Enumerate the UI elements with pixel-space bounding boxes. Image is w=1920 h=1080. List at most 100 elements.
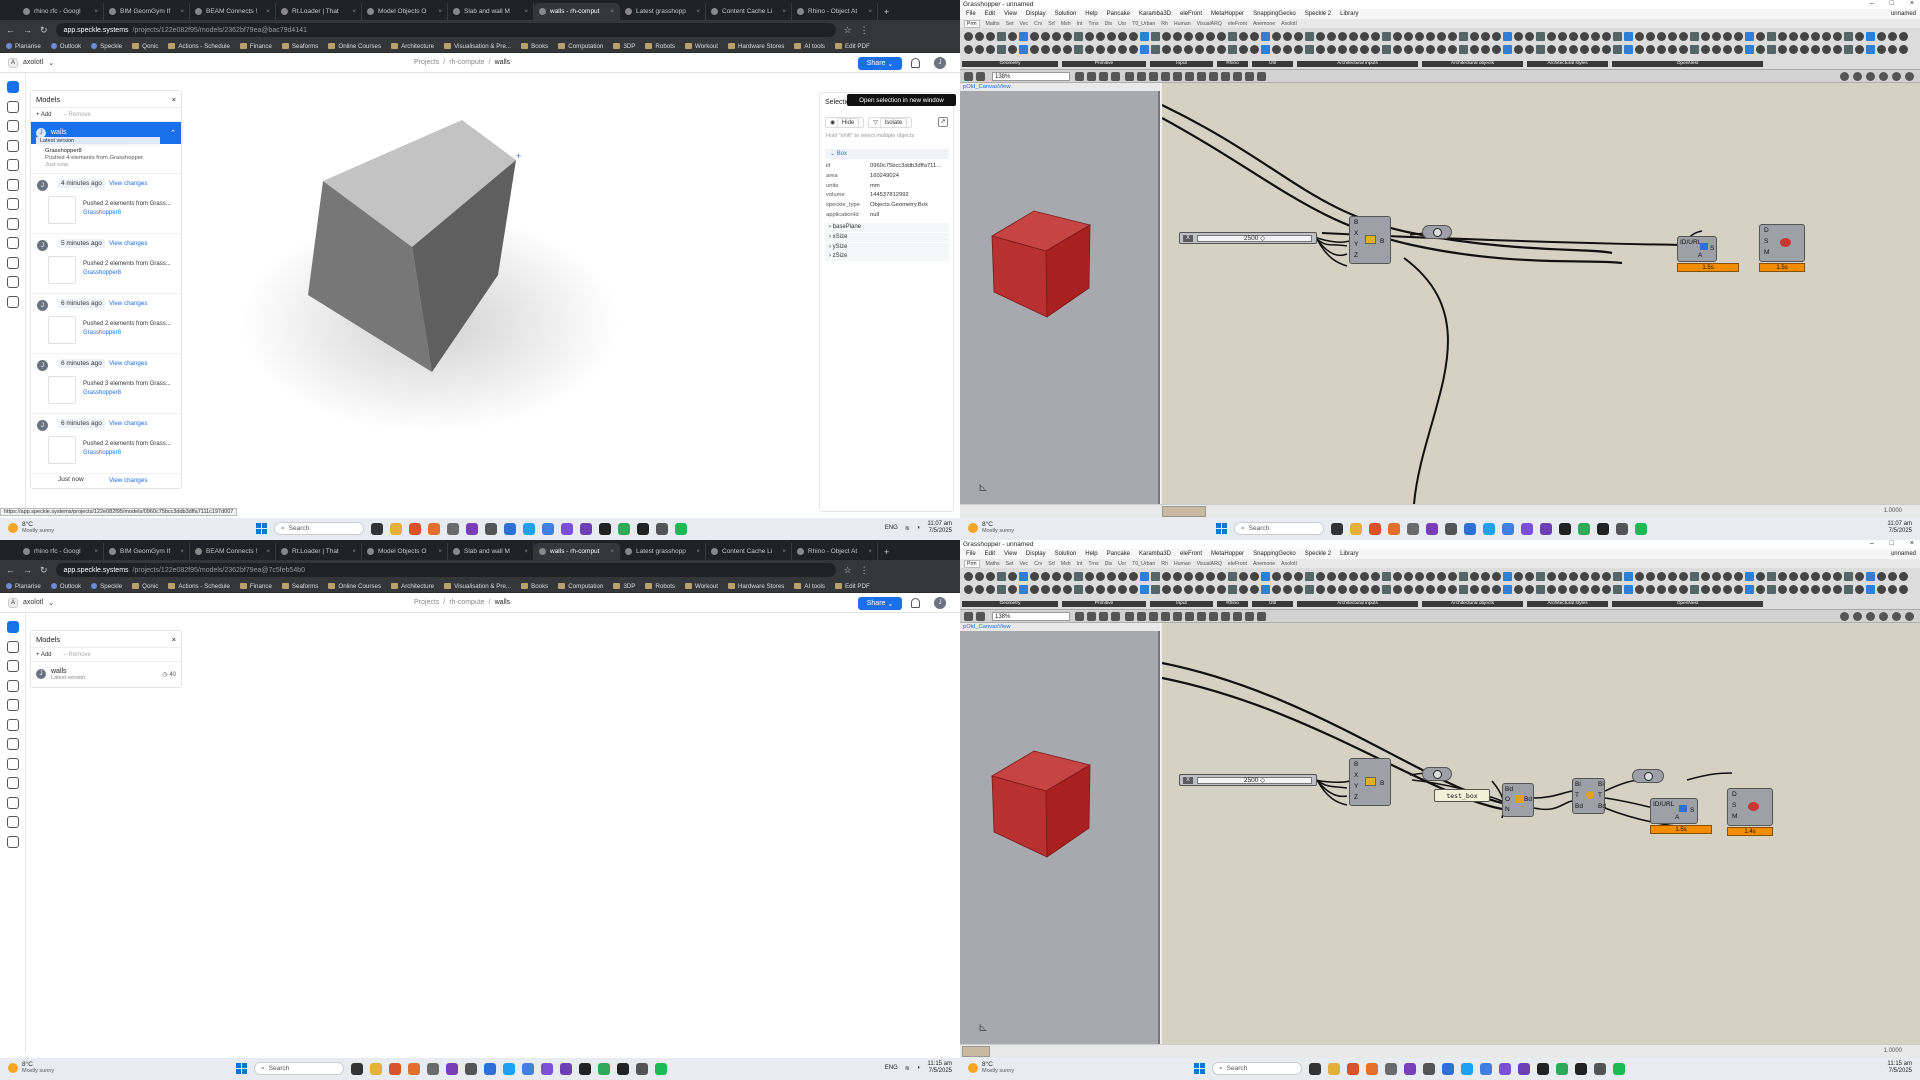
component-icon[interactable] [1448, 585, 1457, 594]
component-tab[interactable]: Dis [1105, 561, 1113, 567]
component-icon[interactable] [1514, 45, 1523, 54]
component-icon[interactable] [1899, 572, 1908, 581]
version-item[interactable]: J 6 minutes ago View changes Pushed 3 eleme… [31, 354, 181, 414]
taskbar-app-icon[interactable] [1578, 522, 1590, 535]
component-icon[interactable] [1316, 572, 1325, 581]
component-icon[interactable] [1063, 45, 1072, 54]
component-icon[interactable] [1481, 572, 1490, 581]
menu-item[interactable]: Library [1340, 11, 1358, 17]
toolbar-icon[interactable] [964, 612, 973, 621]
component-icon[interactable] [1470, 572, 1479, 581]
bookmark-item[interactable]: Computation [558, 43, 603, 50]
taskbar-app-icon[interactable] [1540, 522, 1552, 535]
clock[interactable]: 11:07 am 7/5/2025 [1887, 521, 1912, 535]
remove-model-button[interactable]: – Remove [64, 652, 91, 658]
models-tool-icon[interactable] [7, 81, 19, 93]
component-icon[interactable] [1085, 32, 1094, 41]
component-icon[interactable] [1558, 45, 1567, 54]
component-icon[interactable] [1635, 585, 1644, 594]
toolbar-icon[interactable] [1161, 612, 1170, 621]
bookmark-item[interactable]: AI tools [794, 43, 825, 50]
taskbar-app-icon[interactable] [1635, 522, 1647, 535]
menu-dots-icon[interactable]: ⋮ [860, 565, 869, 576]
browser-tab[interactable]: rhino rfc - Googl × [18, 543, 104, 560]
component-icon[interactable] [1591, 32, 1600, 41]
component-icon[interactable] [1382, 572, 1391, 581]
component-icon[interactable] [1041, 585, 1050, 594]
version-item[interactable]: J 5 minutes ago View changes Pushed 2 eleme… [31, 234, 181, 294]
component-icon[interactable] [1349, 572, 1358, 581]
minimize-icon[interactable]: – [1870, 540, 1874, 547]
toolbar-icon[interactable] [1233, 72, 1242, 81]
component-icon[interactable] [1349, 585, 1358, 594]
toolbar-icon[interactable] [1197, 72, 1206, 81]
component-icon[interactable] [1085, 45, 1094, 54]
component-icon[interactable] [1195, 32, 1204, 41]
taskbar-app-icon[interactable] [1556, 1062, 1568, 1075]
model-item-walls[interactable]: J walls Latest version ◷ 40 [31, 662, 181, 686]
version-source[interactable]: Grasshopper8 [83, 210, 121, 216]
workspace-switcher[interactable]: A axolotl ⌄ [8, 597, 54, 608]
component-icon[interactable] [1866, 585, 1875, 594]
component-tab[interactable]: Prm [964, 19, 980, 28]
component-tab[interactable]: Int [1077, 21, 1083, 27]
relay-component[interactable] [1422, 767, 1452, 781]
component-tab[interactable]: Anemone [1253, 561, 1275, 567]
add-model-button[interactable]: + Add [36, 112, 52, 118]
bell-icon[interactable] [911, 598, 920, 608]
component-icon[interactable] [1756, 572, 1765, 581]
component-tab[interactable]: Usr [1118, 21, 1126, 27]
bookmark-item[interactable]: Seaforms [281, 43, 318, 50]
component-icon[interactable] [1371, 572, 1380, 581]
views-tool-icon[interactable] [7, 159, 19, 171]
component-icon[interactable] [1602, 32, 1611, 41]
browser-tab[interactable]: BEAM Connects ! × [190, 3, 276, 20]
component-icon[interactable] [1877, 585, 1886, 594]
component-icon[interactable] [1162, 45, 1171, 54]
component-icon[interactable] [1063, 585, 1072, 594]
language-indicator[interactable]: ENG [885, 525, 898, 531]
menu-item[interactable]: eleFront [1180, 551, 1202, 557]
toolbar-icon[interactable] [1257, 612, 1266, 621]
close-icon[interactable]: × [696, 548, 700, 555]
toolbar-icon[interactable] [1221, 612, 1230, 621]
component-icon[interactable] [1756, 585, 1765, 594]
version-source[interactable]: Grasshopper8 [83, 270, 121, 276]
zoom-select[interactable]: 138% [992, 612, 1070, 621]
component-icon[interactable] [1723, 572, 1732, 581]
component-icon[interactable] [1525, 45, 1534, 54]
component-icon[interactable] [1558, 585, 1567, 594]
component-icon[interactable] [1613, 572, 1622, 581]
bookmark-item[interactable]: Visualisation & Pre... [444, 583, 511, 590]
bookmark-item[interactable]: Planarise [6, 43, 41, 50]
component-icon[interactable] [1734, 585, 1743, 594]
taskbar-app-icon[interactable] [637, 522, 649, 535]
component-icon[interactable] [1151, 32, 1160, 41]
taskbar-app-icon[interactable] [1347, 1062, 1359, 1075]
component-icon[interactable] [1646, 32, 1655, 41]
component-icon[interactable] [1888, 45, 1897, 54]
component-icon[interactable] [1866, 32, 1875, 41]
taskbar-app-icon[interactable] [1366, 1062, 1378, 1075]
component-icon[interactable] [1833, 32, 1842, 41]
component-tab[interactable]: Srf [1048, 21, 1055, 27]
bookmark-item[interactable]: Qonic [132, 583, 158, 590]
component-icon[interactable] [1272, 572, 1281, 581]
close-icon[interactable]: × [1910, 0, 1914, 7]
component-icon[interactable] [1338, 32, 1347, 41]
component-icon[interactable] [1283, 572, 1292, 581]
weather-widget[interactable]: 8°C Mostly sunny [8, 1061, 54, 1074]
taskbar-app-icon[interactable] [656, 522, 668, 535]
component-icon[interactable] [1206, 45, 1215, 54]
component-tab[interactable]: T0_Urban [1132, 21, 1155, 27]
component-icon[interactable] [1327, 585, 1336, 594]
menu-item[interactable]: Library [1340, 551, 1358, 557]
component-icon[interactable] [1536, 32, 1545, 41]
taskbar-app-icon[interactable] [1445, 522, 1457, 535]
taskbar-app-icon[interactable] [598, 1062, 610, 1075]
component-icon[interactable] [1437, 45, 1446, 54]
component-icon[interactable] [1470, 585, 1479, 594]
menu-item[interactable]: Pancake [1107, 11, 1130, 17]
component-icon[interactable] [1833, 572, 1842, 581]
taskbar-app-icon[interactable] [675, 522, 687, 535]
